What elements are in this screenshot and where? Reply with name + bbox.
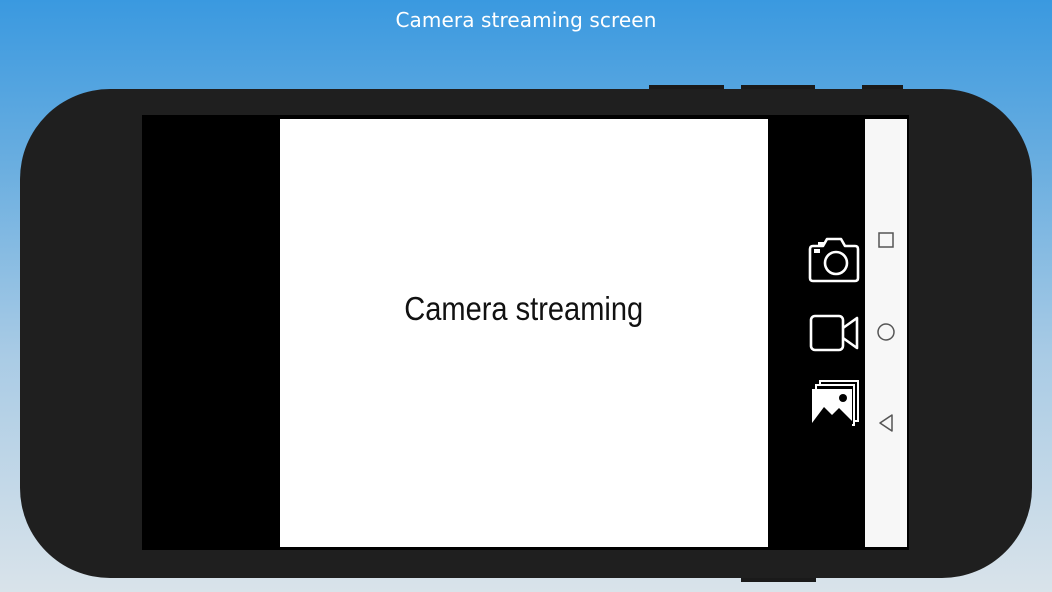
gallery-button[interactable]	[806, 378, 862, 432]
android-nav-bar	[865, 119, 907, 547]
video-camera-icon	[809, 314, 859, 352]
take-photo-button[interactable]	[806, 232, 862, 286]
camera-icon	[808, 237, 860, 283]
circle-icon	[877, 323, 895, 341]
camera-controls	[806, 232, 862, 436]
record-video-button[interactable]	[806, 306, 862, 360]
triangle-back-icon	[879, 414, 893, 432]
page-caption: Camera streaming screen	[395, 8, 657, 32]
viewfinder-label: Camera streaming	[404, 290, 644, 327]
nav-back-button[interactable]	[865, 406, 907, 440]
nav-home-button[interactable]	[865, 315, 907, 349]
gallery-icon	[812, 380, 859, 429]
square-icon	[878, 232, 894, 248]
nav-recents-button[interactable]	[865, 223, 907, 257]
camera-viewfinder[interactable]: Camera streaming	[280, 119, 768, 547]
